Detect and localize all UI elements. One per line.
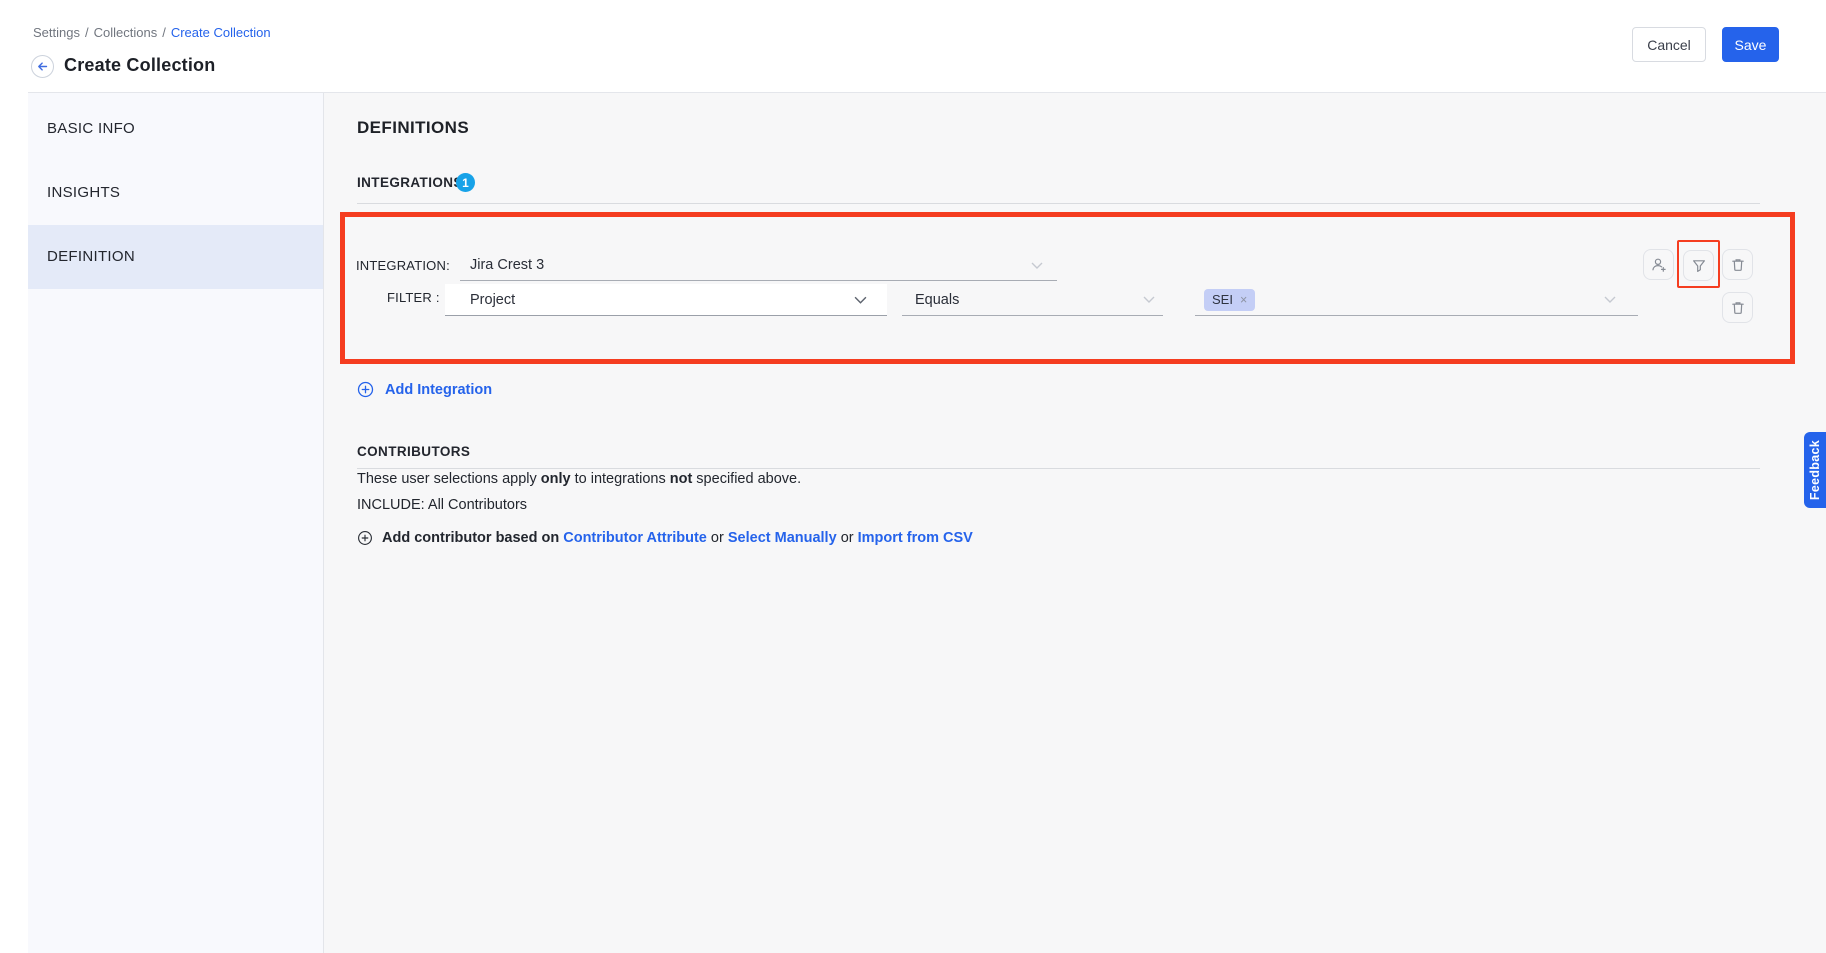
breadcrumb-current: Create Collection [171, 25, 271, 40]
breadcrumb-separator: / [162, 25, 166, 40]
arrow-left-icon [36, 60, 49, 73]
filter-funnel-icon [1691, 258, 1707, 274]
contributors-note: These user selections apply only to inte… [357, 471, 801, 487]
or-text: or [711, 530, 724, 546]
plus-circle-icon [357, 381, 374, 398]
delete-integration-button[interactable] [1722, 249, 1753, 280]
delete-filter-button[interactable] [1722, 292, 1753, 323]
trash-icon [1730, 300, 1746, 316]
cancel-button[interactable]: Cancel [1632, 27, 1706, 62]
integrations-count-badge: 1 [456, 173, 475, 192]
save-button[interactable]: Save [1722, 27, 1779, 62]
add-contributor-button[interactable] [1643, 249, 1674, 280]
add-integration-label: Add Integration [385, 382, 492, 398]
tag-remove-icon[interactable]: × [1240, 293, 1247, 307]
import-from-csv-link[interactable]: Import from CSV [858, 530, 973, 546]
contributors-heading: CONTRIBUTORS [357, 444, 470, 459]
or-text: or [841, 530, 854, 546]
feedback-tab[interactable]: Feedback [1804, 432, 1826, 508]
note-text: These user selections apply [357, 471, 541, 487]
add-contributor-row: Add contributor based on Contributor Att… [357, 530, 973, 546]
note-text: specified above. [692, 471, 801, 487]
filter-field-label: FILTER : [387, 290, 440, 305]
sidebar-item-basic-info[interactable]: BASIC INFO [28, 97, 323, 161]
chevron-down-icon [854, 296, 867, 304]
chevron-down-icon [1604, 296, 1616, 303]
integration-select[interactable]: Jira Crest 3 [460, 250, 1057, 281]
add-contributor-prefix: Add contributor based on [382, 530, 559, 546]
back-button[interactable] [31, 55, 54, 78]
filter-operator-value: Equals [915, 292, 959, 308]
note-bold-only: only [541, 471, 571, 487]
chevron-down-icon [1031, 262, 1043, 269]
integration-select-value: Jira Crest 3 [470, 257, 544, 273]
breadcrumb-separator: / [85, 25, 89, 40]
contributors-divider [357, 468, 1760, 469]
filter-value-tag: SEI × [1204, 289, 1255, 311]
chevron-down-icon [1143, 296, 1155, 303]
filter-value-multiselect[interactable]: SEI × [1195, 284, 1638, 316]
filter-field-select[interactable]: Project [445, 284, 887, 316]
content-area [324, 93, 1826, 953]
definitions-heading: DEFINITIONS [357, 118, 469, 138]
note-bold-not: not [670, 471, 693, 487]
plus-circle-icon [357, 530, 373, 546]
sidebar-item-insights[interactable]: INSIGHTS [28, 161, 323, 225]
contributor-attribute-link[interactable]: Contributor Attribute [563, 530, 707, 546]
breadcrumb: Settings / Collections / Create Collection [33, 25, 271, 40]
filter-button[interactable] [1683, 250, 1714, 281]
page-title: Create Collection [64, 55, 215, 76]
feedback-tab-label: Feedback [1808, 440, 1822, 500]
filter-field-value: Project [470, 292, 515, 308]
add-integration-link[interactable]: Add Integration [357, 381, 492, 398]
trash-icon [1730, 257, 1746, 273]
breadcrumb-settings[interactable]: Settings [33, 25, 80, 40]
integration-field-label: INTEGRATION: [356, 258, 450, 273]
filter-value-tag-label: SEI [1212, 292, 1233, 307]
note-text: to integrations [571, 471, 670, 487]
integrations-divider [357, 203, 1760, 204]
sidebar-item-definition[interactable]: DEFINITION [28, 225, 323, 289]
filter-operator-select[interactable]: Equals [902, 284, 1163, 316]
breadcrumb-collections[interactable]: Collections [94, 25, 158, 40]
user-plus-icon [1651, 257, 1667, 273]
include-line: INCLUDE: All Contributors [357, 497, 527, 513]
select-manually-link[interactable]: Select Manually [728, 530, 837, 546]
integrations-heading: INTEGRATIONS [357, 175, 463, 190]
create-collection-page: Settings / Collections / Create Collection C… [0, 0, 1826, 953]
sidebar: BASIC INFO INSIGHTS DEFINITION [28, 93, 324, 953]
